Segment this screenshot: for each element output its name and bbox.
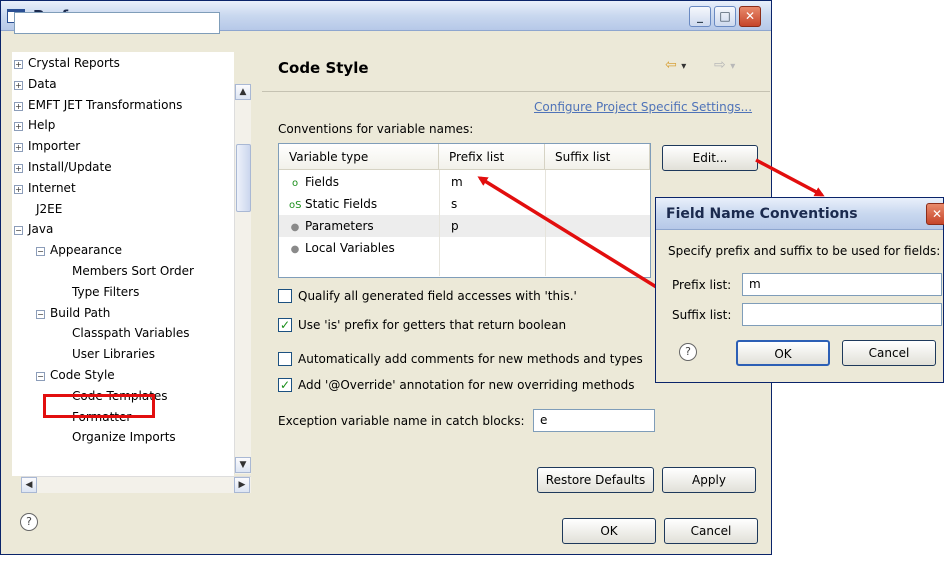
field-name-conventions-dialog: Field Name Conventions ✕ Specify prefix … [655,197,944,383]
dialog-title-bar[interactable]: Field Name Conventions ✕ [656,198,944,230]
suffix-input[interactable] [742,303,942,326]
dialog-close-button[interactable]: ✕ [926,203,944,225]
dialog-ok-button[interactable]: OK [736,340,830,366]
dialog-title: Field Name Conventions [666,206,858,222]
dialog-cancel-button[interactable]: Cancel [842,340,936,366]
arrow-edit-to-dialog [755,158,825,197]
dialog-description: Specify prefix and suffix to be used for… [668,244,941,258]
suffix-label: Suffix list: [672,308,732,322]
prefix-input[interactable]: m [742,273,942,296]
prefix-label: Prefix list: [672,278,732,292]
dialog-help-icon[interactable]: ? [679,343,697,361]
